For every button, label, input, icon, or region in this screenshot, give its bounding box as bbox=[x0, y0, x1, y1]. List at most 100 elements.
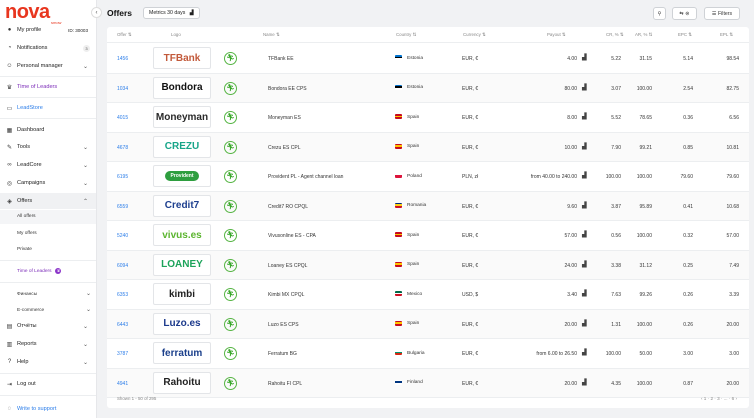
filters-button[interactable]: ☰ Filters bbox=[704, 7, 740, 20]
offer-name[interactable]: Rahoitu FI CPL bbox=[268, 381, 302, 387]
table-row[interactable]: 6195 Provident 🏃︎ Provident PL - Agent chan… bbox=[107, 162, 749, 192]
stats-chart-icon[interactable]: ▟ bbox=[582, 202, 587, 209]
offer-id[interactable]: 6094 bbox=[117, 263, 128, 269]
sidebar-item-reports[interactable]: ▥ Reports ⌄ bbox=[0, 336, 96, 352]
table-row[interactable]: 1034 Bondora 🏃︎ Bondora EE CPS Estonia EUR, €… bbox=[107, 73, 749, 103]
offer-id[interactable]: 4941 bbox=[117, 381, 128, 387]
offer-epc: 0.41 bbox=[683, 203, 693, 210]
table-row[interactable]: 6353 kimbi 🏃︎ Kimbi MX CPQL Mexico USD, $ 3.40… bbox=[107, 280, 749, 310]
table-row[interactable]: 4678 CREZU 🏃︎ Crezu ES CPL Spain EUR, € 10.00 ▟… bbox=[107, 132, 749, 162]
offer-name[interactable]: Credit7 RO CPQL bbox=[268, 204, 308, 210]
table-row[interactable]: 1456 TFBank 🏃︎ TFBank EE Estonia EUR, € 4.00 ▟ 5… bbox=[107, 44, 749, 74]
offer-name[interactable]: Luzo ES CPS bbox=[268, 322, 299, 328]
pagination[interactable]: ‹ 1 · 2 · 3 · ... · 6 › bbox=[701, 396, 737, 401]
metrics-period-button[interactable]: Metrics 30 days ▟ bbox=[143, 7, 200, 19]
offer-epc: 3.00 bbox=[683, 351, 693, 357]
sidebar-subitem-finance[interactable]: Финансы bbox=[17, 292, 37, 297]
offer-epl: 3.39 bbox=[729, 292, 739, 298]
sidebar-item-manager[interactable]: ☺ Personal manager ⌄ bbox=[0, 58, 96, 74]
sidebar-subitem-my-offers[interactable]: My offers bbox=[17, 231, 37, 236]
stats-chart-icon[interactable]: ▟ bbox=[582, 143, 587, 150]
offer-name[interactable]: Kimbi MX CPQL bbox=[268, 292, 304, 298]
sidebar-item-profile[interactable]: ● My profile ID: 30003 bbox=[0, 22, 96, 38]
sidebar-subitem-time-of-leaders[interactable]: Time of Leaders ♛ bbox=[17, 268, 62, 274]
offer-id[interactable]: 6195 bbox=[117, 174, 128, 180]
offer-name[interactable]: Loaney ES CPQL bbox=[268, 263, 307, 269]
col-currency[interactable]: Currency ⇅ bbox=[463, 32, 486, 38]
offer-cr: 3.87 bbox=[611, 203, 621, 210]
offer-name[interactable]: Provident PL - Agent channel loan bbox=[268, 174, 343, 180]
sidebar-item-help[interactable]: ? Help ⌄ bbox=[0, 354, 96, 370]
sort-settings-button[interactable]: ⇆ ⊜ bbox=[672, 7, 697, 20]
divider bbox=[0, 118, 96, 119]
offer-currency: USD, $ bbox=[462, 292, 479, 298]
offer-name[interactable]: TFBank EE bbox=[268, 56, 294, 62]
col-epl[interactable]: EPL ⇅ bbox=[720, 32, 733, 38]
sidebar-item-leadcore[interactable]: ∞ LeadCore ⌄ bbox=[0, 157, 96, 173]
offer-name[interactable]: Vivusonline ES - CPA bbox=[268, 233, 316, 239]
offer-id[interactable]: 4015 bbox=[117, 115, 128, 121]
stats-chart-icon[interactable]: ▟ bbox=[582, 320, 587, 327]
offer-id[interactable]: 1034 bbox=[117, 86, 128, 92]
collapse-sidebar-button[interactable]: ‹ bbox=[91, 7, 102, 18]
col-cr[interactable]: CR, % ⇅ bbox=[606, 32, 624, 38]
help-icon: ? bbox=[7, 359, 12, 365]
offer-id[interactable]: 1456 bbox=[117, 56, 128, 62]
offer-cr: 0.56 bbox=[611, 233, 621, 239]
stats-chart-icon[interactable]: ▟ bbox=[582, 261, 587, 268]
offer-currency: EUR, € bbox=[462, 233, 479, 239]
table-row[interactable]: 6094 LOANEY 🏃︎ Loaney ES CPQL Spain EUR, € 24.… bbox=[107, 250, 749, 280]
col-ar[interactable]: AR, % ⇅ bbox=[635, 32, 652, 38]
sidebar-item-dashboard[interactable]: ▦ Dashboard bbox=[0, 122, 96, 138]
offer-id[interactable]: 6443 bbox=[117, 322, 128, 328]
offer-epl: 98.54 bbox=[726, 56, 739, 62]
offer-name[interactable]: Bondora EE CPS bbox=[268, 86, 307, 92]
offer-id[interactable]: 6559 bbox=[117, 204, 128, 210]
sidebar-item-logout[interactable]: ⇥ Log out bbox=[0, 376, 96, 392]
table-row[interactable]: 5240 vivus.es 🏃︎ Vivusonline ES - CPA Spain E… bbox=[107, 221, 749, 251]
col-payout[interactable]: Payout ⇅ bbox=[547, 32, 566, 38]
stats-chart-icon[interactable]: ▟ bbox=[582, 349, 587, 356]
offer-id[interactable]: 3787 bbox=[117, 351, 128, 357]
offer-country: Spain bbox=[407, 232, 420, 238]
sidebar-item-reports-ru[interactable]: ▤ Отчёты ⌄ bbox=[0, 318, 96, 334]
offer-currency: EUR, € bbox=[462, 203, 479, 210]
col-name[interactable]: Name ⇅ bbox=[263, 32, 280, 38]
offer-name[interactable]: Crezu ES CPL bbox=[268, 145, 301, 151]
offer-ar: 100.00 bbox=[636, 321, 652, 328]
table-row[interactable]: 6559 Credit7 🏃︎ Credit7 RO CPQL Romania EUR, … bbox=[107, 191, 749, 221]
col-epc[interactable]: EPC ⇅ bbox=[678, 32, 692, 38]
search-button[interactable]: ⚲ bbox=[653, 7, 666, 20]
sidebar-item-support[interactable]: ◌ Write to support bbox=[0, 401, 96, 417]
stats-chart-icon[interactable]: ▟ bbox=[582, 290, 587, 297]
offer-epl: 10.68 bbox=[726, 203, 739, 210]
stats-chart-icon[interactable]: ▟ bbox=[582, 84, 587, 91]
offer-name[interactable]: Moneyman ES bbox=[268, 115, 301, 121]
stats-chart-icon[interactable]: ▟ bbox=[582, 113, 587, 120]
table-row[interactable]: 4015 Moneyman 🏃︎ Moneyman ES Spain EUR, € 8.00… bbox=[107, 103, 749, 133]
offer-id[interactable]: 4678 bbox=[117, 145, 128, 151]
sidebar-item-tools[interactable]: ✎ Tools ⌄ bbox=[0, 139, 96, 155]
table-row[interactable]: 4941 Rahoitu 🏃︎ Rahoitu FI CPL Finland EUR, €… bbox=[107, 368, 749, 398]
offer-name[interactable]: Ferratum BG bbox=[268, 351, 297, 357]
sidebar-subitem-private[interactable]: Private bbox=[17, 247, 32, 252]
sidebar-item-leadstore[interactable]: ▭ LeadStore bbox=[0, 100, 96, 116]
offer-country: Spain bbox=[407, 144, 420, 149]
stats-chart-icon[interactable]: ▟ bbox=[582, 172, 587, 179]
offer-id[interactable]: 5240 bbox=[117, 233, 128, 239]
sidebar-item-offers[interactable]: ◈ Offers ⌃ bbox=[0, 193, 96, 209]
col-offer[interactable]: Offer ⇅ bbox=[117, 32, 132, 38]
offer-logo-text: Moneyman bbox=[155, 111, 209, 123]
table-row[interactable]: 6443 Luzo.es 🏃︎ Luzo ES CPS Spain EUR, € 20.00… bbox=[107, 309, 749, 339]
offer-id[interactable]: 6353 bbox=[117, 292, 128, 298]
sidebar-item-time-of-leaders[interactable]: ♛ Time of Leaders bbox=[0, 79, 96, 95]
stats-chart-icon[interactable]: ▟ bbox=[582, 54, 587, 61]
sidebar-item-notifications[interactable]: ◔ Notifications 3 bbox=[0, 40, 96, 56]
table-row[interactable]: 3787 ferratum 🏃︎ Ferratum BG Bulgaria EUR, € f… bbox=[107, 339, 749, 369]
sidebar-item-campaigns[interactable]: ◎ Campaigns ⌄ bbox=[0, 175, 96, 191]
col-country[interactable]: Country ⇅ bbox=[396, 32, 416, 38]
sidebar-subitem-all-offers[interactable]: All offers bbox=[0, 210, 96, 224]
stats-chart-icon[interactable]: ▟ bbox=[582, 379, 587, 386]
stats-chart-icon[interactable]: ▟ bbox=[582, 231, 587, 238]
sidebar-subitem-ecommerce[interactable]: E-commerce bbox=[17, 308, 44, 313]
